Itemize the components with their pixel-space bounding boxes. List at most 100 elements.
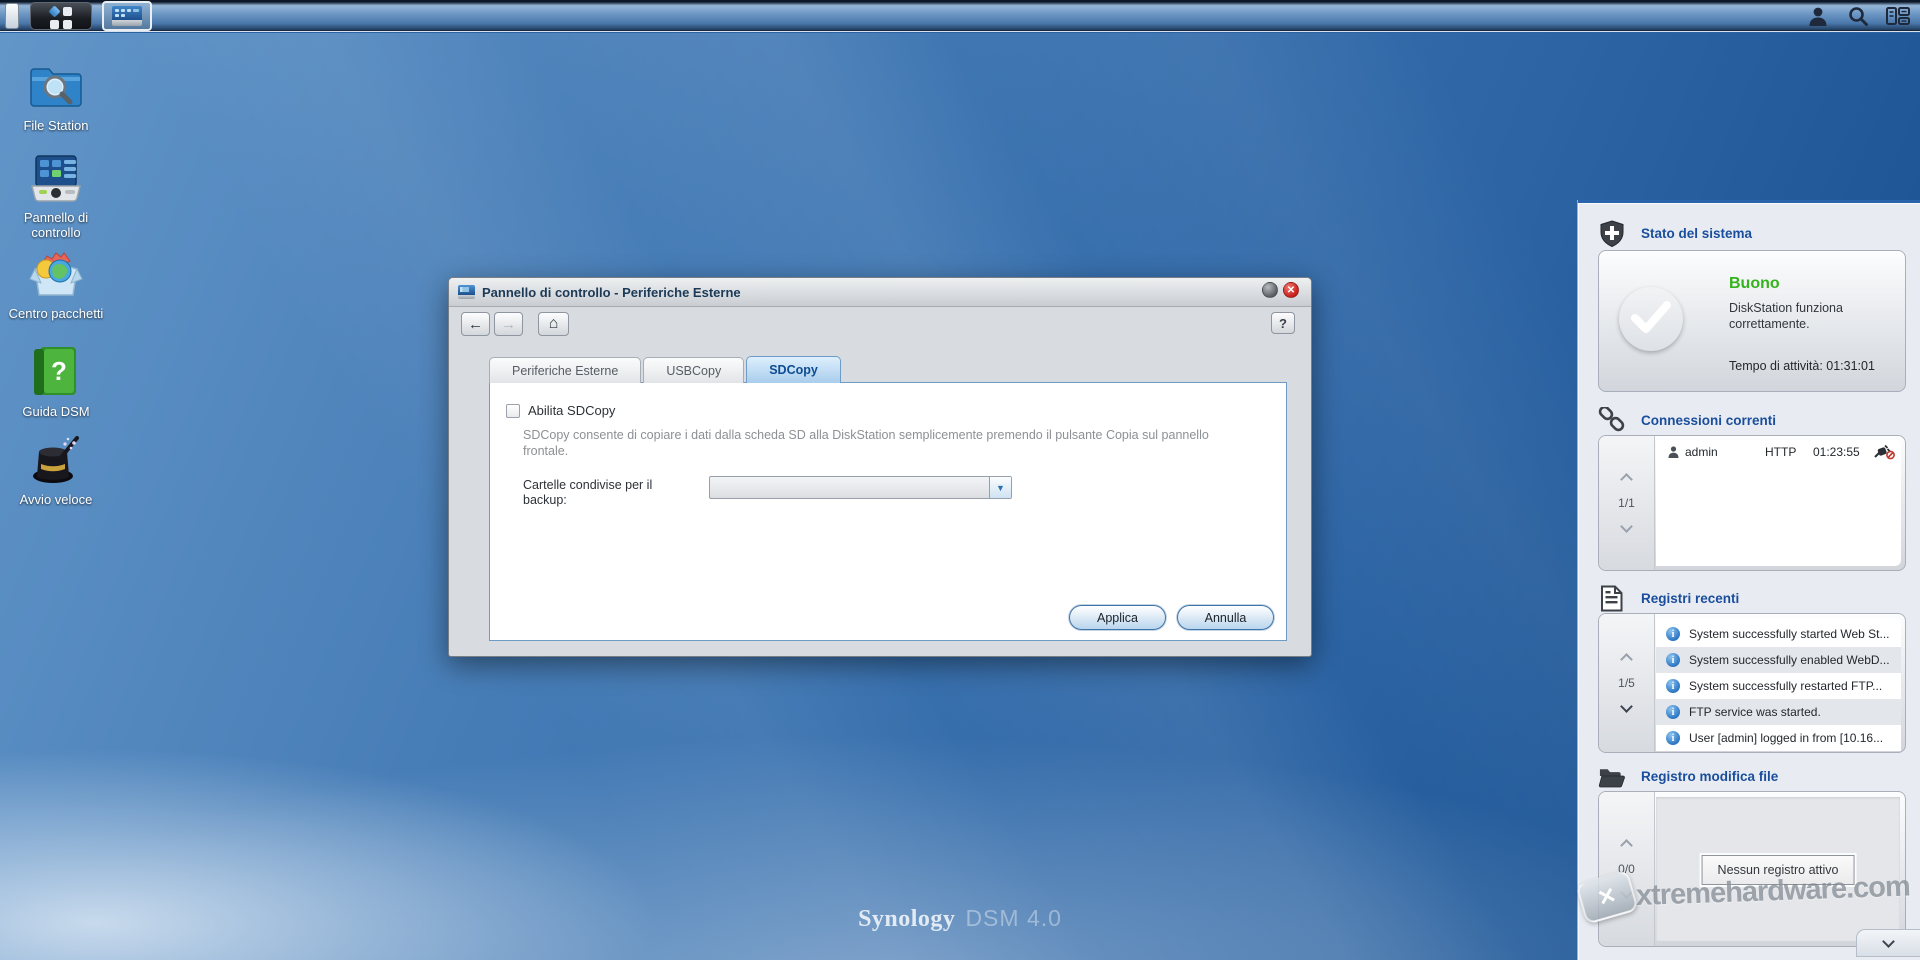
back-button[interactable]: ←: [461, 312, 490, 336]
main-menu-button[interactable]: [30, 2, 92, 30]
document-icon: [1598, 585, 1625, 612]
main-menu-square-icon: [63, 7, 72, 16]
log-row: i FTP service was started.: [1656, 699, 1901, 725]
apply-button[interactable]: Applica: [1069, 605, 1166, 630]
close-button[interactable]: ✕: [1283, 282, 1299, 298]
connections-header: Connessioni correnti: [1598, 407, 1776, 434]
enable-sdcopy-checkbox[interactable]: [506, 404, 520, 418]
desktop-icon-quick-start[interactable]: Avvio veloce: [0, 433, 112, 507]
recent-logs-widget: 1/5 i System successfully started Web St…: [1598, 613, 1906, 753]
page-down-button[interactable]: [1620, 886, 1633, 899]
forward-icon: →: [501, 316, 516, 333]
window-titlebar[interactable]: Pannello di controllo - Periferiche Este…: [449, 278, 1311, 307]
show-desktop-button[interactable]: [5, 3, 19, 29]
info-icon: i: [1666, 731, 1680, 745]
synology-logo-name: Synology: [858, 906, 955, 933]
control-panel-icon: [29, 151, 83, 205]
user-account-icon[interactable]: [1806, 4, 1830, 28]
main-menu-diamond-icon: [48, 5, 60, 17]
widget-title: Registro modifica file: [1641, 769, 1778, 784]
status-message: DiskStation funziona correttamente.: [1729, 300, 1894, 332]
page-down-button[interactable]: [1620, 520, 1633, 533]
widget-collapse-button[interactable]: [1856, 929, 1920, 957]
synology-logo-version: DSM 4.0: [965, 905, 1061, 932]
forward-button[interactable]: →: [494, 312, 523, 336]
shared-folder-select[interactable]: ▼: [709, 476, 1012, 499]
shared-folder-select-value: [710, 477, 989, 498]
taskbar-window-button[interactable]: [102, 1, 152, 31]
log-row: i User [admin] logged in from [10.16...: [1656, 725, 1901, 751]
taskbar: [0, 0, 1920, 32]
main-menu-square-icon: [63, 20, 72, 29]
connections-pager: 1/1: [1599, 436, 1655, 570]
tab-usbcopy[interactable]: USBCopy: [643, 357, 744, 383]
disconnect-icon: [1873, 444, 1895, 460]
backup-folder-label: Cartelle condivise per il backup:: [523, 478, 685, 508]
sdcopy-description: SDCopy consente di copiare i dati dalla …: [523, 427, 1223, 459]
uptime-text: Tempo di attività: 01:31:01: [1729, 359, 1875, 373]
tab-sdcopy[interactable]: SDCopy: [746, 356, 841, 383]
widget-title: Connessioni correnti: [1641, 413, 1776, 428]
synology-logo: Synology DSM 4.0: [858, 905, 1062, 933]
home-button[interactable]: ⌂: [538, 312, 569, 336]
search-icon[interactable]: [1846, 4, 1870, 28]
page-up-button[interactable]: [1620, 473, 1633, 486]
window-toolbar: ← → ⌂ ?: [449, 307, 1311, 341]
main-menu-square-icon: [50, 20, 59, 29]
system-status-widget: Buono DiskStation funziona correttamente…: [1598, 250, 1906, 392]
log-text: System successfully enabled WebD...: [1689, 653, 1890, 667]
recent-logs-header: Registri recenti: [1598, 585, 1739, 612]
desktop-icon-dsm-help[interactable]: ? Guida DSM: [0, 345, 112, 419]
info-icon: i: [1666, 679, 1680, 693]
widget-title: Registri recenti: [1641, 591, 1739, 606]
connection-protocol: HTTP: [1765, 445, 1813, 459]
file-station-icon: [29, 59, 83, 113]
file-change-log-header: Registro modifica file: [1598, 763, 1778, 790]
status-ok-icon: [1619, 287, 1683, 351]
minimize-button[interactable]: [1262, 282, 1278, 298]
control-panel-icon: [458, 285, 475, 299]
desktop-icon-label: Avvio veloce: [0, 492, 112, 507]
svg-text:?: ?: [51, 356, 67, 386]
logs-pager: 1/5: [1599, 614, 1655, 752]
control-panel-window-icon: [112, 6, 142, 26]
help-button[interactable]: ?: [1271, 312, 1295, 334]
connection-user: admin: [1685, 445, 1718, 459]
empty-log-box: Nessun registro attivo: [1702, 855, 1855, 885]
page-up-button[interactable]: [1620, 653, 1633, 666]
desktop-icon-package-center[interactable]: Centro pacchetti: [0, 247, 112, 321]
folder-icon: [1598, 763, 1625, 790]
chevron-down-icon: ▼: [996, 483, 1005, 493]
page-up-button[interactable]: [1620, 839, 1633, 852]
page-indicator: 1/1: [1618, 496, 1635, 510]
logs-list: i System successfully started Web St... …: [1656, 618, 1901, 748]
control-panel-window: Pannello di controllo - Periferiche Este…: [448, 277, 1312, 657]
desktop-icon-file-station[interactable]: File Station: [0, 59, 112, 133]
tab-label: USBCopy: [666, 364, 721, 378]
file-log-area: Nessun registro attivo: [1656, 797, 1900, 941]
tab-periferiche-esterne[interactable]: Periferiche Esterne: [489, 357, 641, 383]
pilot-view-icon[interactable]: [1886, 4, 1910, 28]
help-icon: ?: [1279, 316, 1287, 331]
log-text: System successfully restarted FTP...: [1689, 679, 1882, 693]
close-icon: ✕: [1287, 285, 1295, 296]
log-text: User [admin] logged in from [10.16...: [1689, 731, 1883, 745]
log-row: i System successfully started Web St...: [1656, 621, 1901, 647]
widget-title: Stato del sistema: [1641, 226, 1752, 241]
connections-widget: 1/1 admin HTTP 01:23:55: [1598, 435, 1906, 571]
tab-label: SDCopy: [769, 363, 818, 377]
tab-label: Periferiche Esterne: [512, 364, 618, 378]
cancel-button[interactable]: Annulla: [1177, 605, 1274, 630]
back-icon: ←: [468, 316, 483, 333]
log-row: i System successfully restarted FTP...: [1656, 673, 1901, 699]
sdcopy-panel: Abilita SDCopy SDCopy consente di copiar…: [489, 382, 1287, 641]
desktop-icon-control-panel[interactable]: Pannello di controllo: [0, 151, 112, 240]
log-text: FTP service was started.: [1689, 705, 1821, 719]
status-text: Buono: [1729, 275, 1780, 293]
info-icon: i: [1666, 653, 1680, 667]
page-down-button[interactable]: [1620, 700, 1633, 713]
page-indicator: 0/0: [1618, 862, 1635, 876]
home-icon: ⌂: [549, 315, 559, 333]
disconnect-button[interactable]: [1873, 444, 1895, 460]
chevron-down-icon: [1882, 935, 1895, 948]
